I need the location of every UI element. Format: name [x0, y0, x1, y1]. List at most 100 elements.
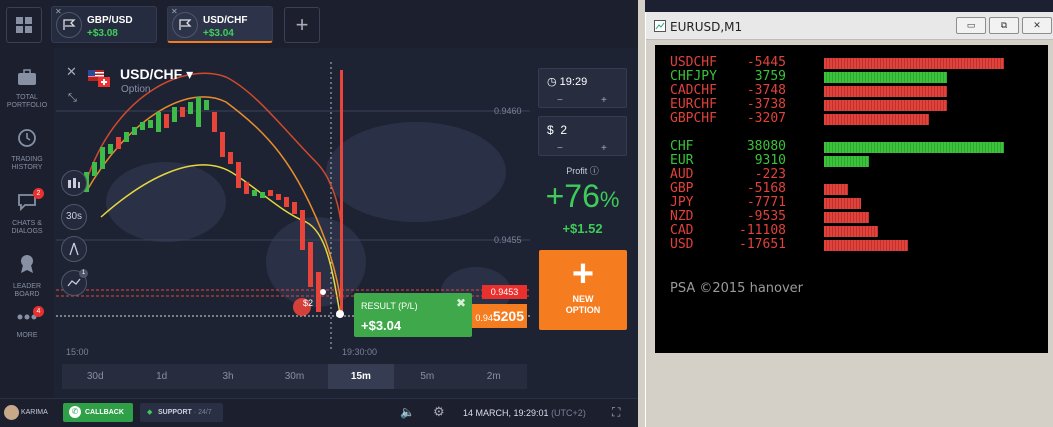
- compass-icon: [69, 242, 79, 256]
- close-chart-icon[interactable]: ✕: [66, 64, 77, 80]
- chart-type-button[interactable]: [61, 170, 87, 196]
- time-axis-label: 15:00: [66, 347, 89, 357]
- strength-value: 38080: [746, 139, 786, 154]
- timeframe-option[interactable]: 15m: [327, 364, 395, 389]
- strength-bar: [824, 72, 947, 83]
- asset-title[interactable]: USD/CHF ▾: [120, 66, 193, 83]
- drawing-tool-button[interactable]: [61, 236, 87, 262]
- chart-window-icon: [654, 20, 666, 32]
- price-level-label: 0.9460: [494, 106, 522, 116]
- symbol-label: AUD: [670, 167, 694, 182]
- flag-icon: [56, 12, 82, 38]
- investment-amount-control[interactable]: $ 2 − +: [538, 116, 627, 156]
- timeframe-button[interactable]: 30s: [61, 204, 87, 230]
- strength-bar: [824, 100, 947, 111]
- timeframe-option[interactable]: 30m: [261, 364, 327, 389]
- timeframe-option[interactable]: 1d: [128, 364, 194, 389]
- decrease-time-button[interactable]: −: [557, 95, 563, 106]
- new-option-button[interactable]: + NEW OPTION: [539, 250, 627, 330]
- expiry-time-control[interactable]: ◷ 19:29 − +: [538, 68, 627, 108]
- expand-icon[interactable]: ⤡: [68, 92, 77, 105]
- strength-value: 9310: [754, 153, 786, 168]
- phone-icon: ✆: [69, 406, 81, 418]
- symbol-label: GBPCHF: [670, 111, 717, 126]
- sidebar-item-more[interactable]: 4 MORE: [0, 306, 54, 340]
- strength-value: -9535: [746, 209, 786, 224]
- user-name: KARIMA: [20, 409, 48, 416]
- profit-label: Profit ⓘ: [566, 166, 599, 176]
- indicator-count-badge: 1: [79, 269, 88, 278]
- fullscreen-icon[interactable]: ⛶: [612, 405, 620, 420]
- strength-value: -3207: [746, 111, 786, 126]
- sidebar-item-portfolio[interactable]: TOTAL PORTFOLIO: [0, 68, 54, 110]
- timeframe-option[interactable]: 2m: [461, 364, 527, 389]
- strength-bar: [824, 86, 947, 97]
- trading-platform: ✕ GBP/USD +$3.08 ✕ USD/CHF +$3.04 + TOTA…: [0, 0, 638, 427]
- timeframe-option[interactable]: 3h: [195, 364, 261, 389]
- plus-icon: +: [571, 253, 595, 295]
- timeframe-selector: 30d 1d 3h 30m 15m 5m 2m: [62, 364, 527, 389]
- window-titlebar[interactable]: EURUSD,M1 ▭ ⧉ ✕: [646, 12, 1053, 40]
- flag-icon: [172, 12, 198, 38]
- sidebar-item-label: TOTAL PORTFOLIO: [6, 94, 48, 109]
- sound-icon[interactable]: 🔈: [400, 405, 415, 419]
- symbol-label: EURCHF: [670, 97, 717, 112]
- asset-tab-gbpusd[interactable]: ✕ GBP/USD +$3.08: [51, 6, 157, 43]
- timeframe-option[interactable]: 30d: [62, 364, 128, 389]
- tab-asset-profit: +$3.04: [203, 28, 234, 39]
- time-axis-label: 19:30:00: [342, 347, 378, 357]
- symbol-label: EUR: [670, 153, 694, 168]
- close-window-button[interactable]: ✕: [1022, 17, 1052, 34]
- sidebar: TOTAL PORTFOLIO TRADING HISTORY 2 CHATS …: [0, 48, 54, 398]
- callback-button[interactable]: ✆ CALLBACK: [63, 403, 133, 422]
- price-level-label: 0.9455: [494, 235, 522, 245]
- briefcase-icon: [18, 69, 36, 85]
- user-profile[interactable]: KARIMA: [4, 405, 48, 420]
- window-footer: [646, 357, 1053, 427]
- strength-value: -11108: [739, 223, 786, 238]
- support-dot-icon: ◆: [147, 409, 153, 416]
- sidebar-item-leaderboard[interactable]: LEADER BOARD: [0, 253, 54, 299]
- sidebar-item-chats[interactable]: 2 CHATS & DIALOGS: [0, 188, 54, 236]
- increase-amount-button[interactable]: +: [601, 143, 607, 154]
- strength-bar: [824, 58, 1004, 69]
- sidebar-item-label: TRADING HISTORY: [11, 156, 43, 171]
- decrease-amount-button[interactable]: −: [557, 143, 563, 154]
- symbol-label: CHF: [670, 139, 694, 154]
- timeframe-option[interactable]: 5m: [394, 364, 460, 389]
- minimize-button[interactable]: ▭: [956, 17, 986, 34]
- strength-bar: [824, 226, 878, 237]
- strength-bar: [824, 156, 869, 167]
- tab-asset-name: GBP/USD: [87, 15, 133, 26]
- maximize-button[interactable]: ⧉: [989, 17, 1019, 34]
- new-option-label: NEW OPTION: [565, 294, 601, 315]
- candles-icon: [68, 178, 80, 188]
- result-header: RESULT (P/L): [361, 301, 418, 311]
- profit-percentage: +76%: [545, 178, 620, 214]
- history-icon: [18, 129, 36, 147]
- profit-amount: +$1.52: [562, 221, 603, 236]
- info-icon[interactable]: ⓘ: [590, 166, 599, 176]
- asset-tab-usdchf[interactable]: ✕ USD/CHF +$3.04: [167, 6, 273, 43]
- apps-grid-button[interactable]: [6, 7, 42, 43]
- avatar: [4, 405, 19, 420]
- sidebar-item-history[interactable]: TRADING HISTORY: [0, 128, 54, 172]
- indicator-icon: [67, 278, 81, 287]
- top-bar: ✕ GBP/USD +$3.08 ✕ USD/CHF +$3.04 +: [0, 0, 638, 48]
- symbol-label: GBP: [670, 181, 694, 196]
- add-asset-button[interactable]: +: [284, 7, 320, 43]
- expiry-time-value: ◷ 19:29: [547, 76, 588, 88]
- strength-value: -223: [754, 167, 786, 182]
- bottom-bar: KARIMA ✆ CALLBACK ◆ SUPPORT · 24/7 🔈 ⚙ 1…: [0, 398, 638, 427]
- symbol-label: CAD: [670, 223, 694, 238]
- symbol-label: USDCHF: [670, 55, 717, 70]
- strength-value: 3759: [754, 69, 786, 84]
- strength-bar: [824, 212, 869, 223]
- strength-value: -3738: [746, 97, 786, 112]
- increase-time-button[interactable]: +: [601, 95, 607, 106]
- close-icon[interactable]: ✖: [456, 296, 466, 310]
- asset-type: Option: [121, 84, 151, 95]
- result-popup: RESULT (P/L) +$3.04 ✖: [354, 293, 472, 337]
- support-button[interactable]: ◆ SUPPORT · 24/7: [140, 403, 223, 422]
- gear-icon[interactable]: ⚙: [433, 404, 445, 420]
